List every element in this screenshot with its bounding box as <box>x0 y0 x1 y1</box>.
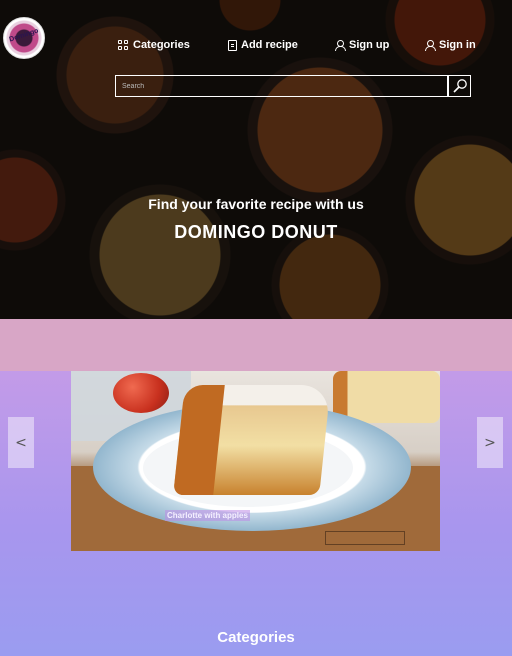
logo-text: Domingo <box>8 27 40 44</box>
user-icon <box>334 39 346 51</box>
categories-heading: Categories <box>217 629 295 646</box>
hero-tagline: Find your favorite recipe with us <box>148 196 364 212</box>
nav-add-recipe-label: Add recipe <box>241 39 298 51</box>
nav-categories-label: Categories <box>133 39 190 51</box>
hero-brand-title: DOMINGO DONUT <box>174 222 338 242</box>
cake-loaf <box>333 371 440 423</box>
nav-categories[interactable]: Categories <box>118 37 190 53</box>
search-icon <box>453 79 467 93</box>
carousel-slide-image[interactable]: Charlotte with apples <box>71 371 440 551</box>
grid-icon <box>118 39 129 51</box>
search-input[interactable] <box>115 75 448 97</box>
board-stamp <box>325 531 405 545</box>
nav-sign-up[interactable]: Sign up <box>334 37 389 53</box>
site-logo[interactable]: Domingo <box>3 17 45 59</box>
carousel-prev-button[interactable]: < <box>8 417 34 468</box>
nav-sign-up-label: Sign up <box>349 39 390 51</box>
nav-add-recipe[interactable]: Add recipe <box>228 37 298 53</box>
slide-caption: Charlotte with apples <box>165 510 250 521</box>
nav-sign-in[interactable]: Sign in <box>424 37 476 53</box>
document-icon <box>228 39 237 51</box>
carousel-next-button[interactable]: > <box>477 417 503 468</box>
apple <box>113 373 169 413</box>
carousel-top-band <box>0 319 512 371</box>
hero-banner: Domingo Categories Add recipe Sign up Si… <box>0 0 512 319</box>
nav-sign-in-label: Sign in <box>439 39 476 51</box>
user-icon <box>424 39 436 51</box>
search-button[interactable] <box>448 75 471 97</box>
